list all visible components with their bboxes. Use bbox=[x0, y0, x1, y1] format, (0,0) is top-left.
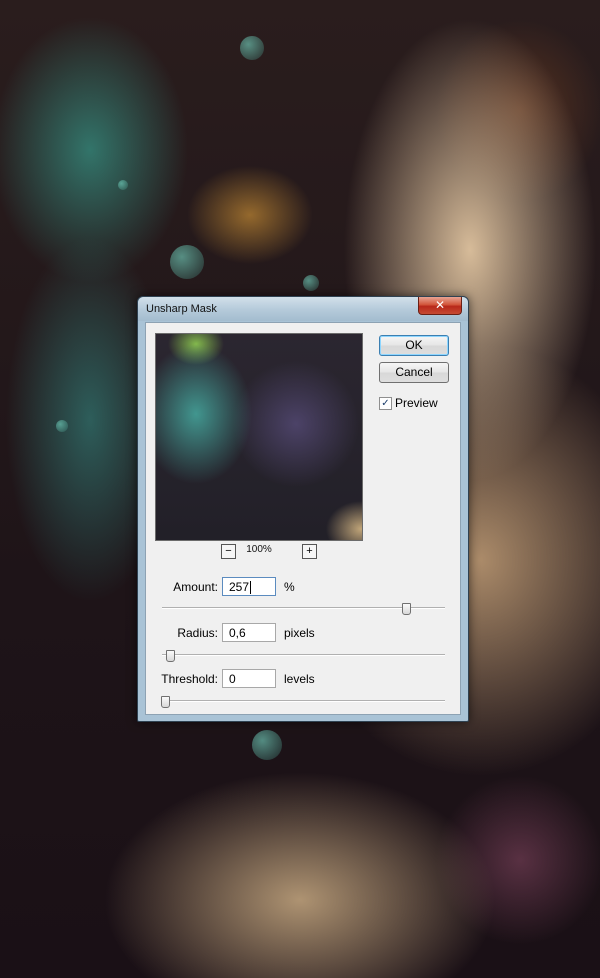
threshold-value: 0 bbox=[229, 672, 236, 686]
zoom-level: 100% bbox=[246, 544, 272, 555]
amount-input[interactable]: 257 bbox=[222, 577, 276, 596]
radius-slider-thumb[interactable] bbox=[166, 650, 176, 662]
glow-orb bbox=[56, 420, 68, 432]
cancel-button[interactable]: Cancel bbox=[379, 362, 449, 383]
glow-orb bbox=[118, 180, 128, 190]
amount-label: Amount: bbox=[173, 580, 218, 594]
glow-orb bbox=[240, 36, 264, 60]
plus-icon: + bbox=[306, 545, 313, 557]
dialog-client-area: − 100% + OK Cancel ✓ Preview Amount: 257… bbox=[145, 322, 461, 715]
threshold-unit: levels bbox=[284, 672, 315, 686]
radius-input[interactable]: 0,6 bbox=[222, 623, 276, 642]
close-icon: ✕ bbox=[434, 298, 446, 312]
radius-label: Radius: bbox=[177, 626, 218, 640]
radius-unit: pixels bbox=[284, 626, 315, 640]
dialog-titlebar[interactable]: Unsharp Mask ✕ bbox=[138, 297, 468, 321]
glow-orb bbox=[170, 245, 204, 279]
threshold-slider-thumb[interactable] bbox=[161, 696, 170, 708]
radius-value: 0,6 bbox=[229, 626, 246, 640]
preview-label: Preview bbox=[395, 396, 438, 410]
threshold-input[interactable]: 0 bbox=[222, 669, 276, 688]
amount-unit: % bbox=[284, 580, 295, 594]
zoom-out-button[interactable]: − bbox=[221, 544, 236, 559]
unsharp-mask-dialog: Unsharp Mask ✕ − 100% + OK Cancel ✓ Prev… bbox=[137, 296, 469, 722]
amount-value: 257 bbox=[229, 580, 250, 594]
minus-icon: − bbox=[225, 545, 232, 557]
checkmark-icon: ✓ bbox=[381, 398, 390, 409]
close-button[interactable]: ✕ bbox=[418, 297, 462, 315]
dialog-title: Unsharp Mask bbox=[146, 303, 217, 315]
glow-orb bbox=[303, 275, 319, 291]
amount-slider-thumb[interactable] bbox=[402, 603, 412, 615]
threshold-label: Threshold: bbox=[161, 672, 218, 686]
preview-checkbox[interactable]: ✓ bbox=[379, 397, 392, 410]
ok-button[interactable]: OK bbox=[379, 335, 449, 356]
text-caret bbox=[250, 581, 252, 595]
preview-image[interactable] bbox=[155, 333, 363, 541]
glow-orb bbox=[252, 730, 282, 760]
radius-slider-track[interactable] bbox=[162, 654, 445, 656]
zoom-in-button[interactable]: + bbox=[302, 544, 317, 559]
threshold-slider-track[interactable] bbox=[162, 700, 445, 702]
